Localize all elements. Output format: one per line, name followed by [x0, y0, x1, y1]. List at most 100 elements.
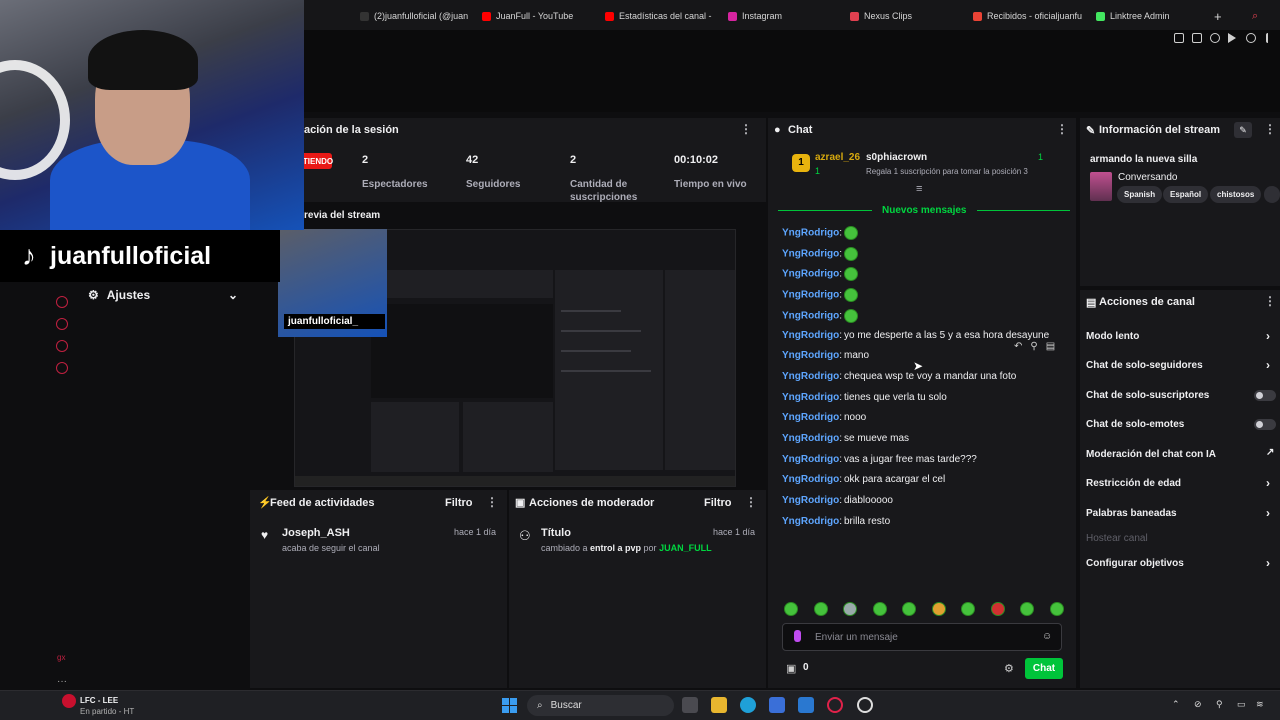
more-options-icon[interactable]: ⋮ — [1264, 122, 1276, 136]
store-icon[interactable] — [769, 697, 785, 713]
ajustes-menu[interactable]: ⚙ Ajustes ⌄ — [88, 287, 238, 303]
emote-icon[interactable] — [902, 602, 917, 616]
new-tab-button[interactable]: + — [1214, 9, 1228, 23]
widget-title[interactable]: LFC - LEE — [80, 696, 118, 705]
subscribers-only-toggle[interactable] — [1254, 390, 1276, 401]
chat-username[interactable]: YngRodrigo — [782, 495, 839, 506]
delete-icon[interactable]: ▤ — [1046, 341, 1055, 355]
emoji-icon[interactable]: ☺ — [1042, 631, 1052, 642]
tray-chevron-icon[interactable]: ⌃ — [1172, 699, 1180, 710]
category-name[interactable]: Conversando — [1118, 172, 1177, 183]
emote-icon[interactable] — [784, 602, 798, 616]
chat-message[interactable]: YngRodrigo: — [782, 308, 858, 323]
chat-username[interactable]: YngRodrigo — [782, 269, 839, 280]
chat-username[interactable]: YngRodrigo — [782, 412, 839, 423]
emote-icon[interactable] — [1020, 602, 1035, 616]
nav-chat-icon[interactable] — [56, 340, 68, 352]
chevron-right-icon[interactable]: › — [1266, 329, 1270, 343]
emotes-only-toggle[interactable] — [1254, 419, 1276, 430]
chat-message[interactable]: YngRodrigo: yo me desperte a las 5 y a es… — [782, 330, 1049, 341]
chat-username[interactable]: YngRodrigo — [782, 454, 839, 465]
browser-tab[interactable]: JuanFull - YouTube — [482, 9, 592, 23]
monitor-icon[interactable]: ▭ — [1237, 699, 1246, 710]
emote-icon[interactable] — [843, 602, 858, 616]
channel-action-banned-words[interactable]: Palabras baneadas — [1086, 508, 1177, 519]
chat-message[interactable]: YngRodrigo: tienes que verla tu solo — [782, 392, 947, 403]
pin-icon[interactable]: ⚲ — [1030, 341, 1037, 355]
chat-username[interactable]: YngRodrigo — [782, 330, 839, 341]
chat-message[interactable]: YngRodrigo: vas a jugar free mas tarde??? — [782, 454, 977, 465]
more-options-icon[interactable]: ⋮ — [745, 495, 757, 509]
more-options-icon[interactable]: ⋮ — [1264, 294, 1276, 308]
nav-settings-icon[interactable] — [56, 362, 68, 374]
more-options-icon[interactable]: ⋮ — [1056, 122, 1068, 136]
chat-message[interactable]: YngRodrigo: brilla resto — [782, 516, 890, 527]
emote-icon[interactable] — [813, 602, 828, 616]
microphone-icon[interactable]: ⚲ — [1216, 699, 1223, 710]
file-explorer-icon[interactable] — [711, 697, 727, 713]
nav-more-icon[interactable]: ··· — [57, 676, 67, 687]
heart-icon[interactable] — [1246, 33, 1256, 43]
channel-points-icon[interactable]: ▣ — [786, 662, 796, 675]
chevron-right-icon[interactable]: › — [1266, 506, 1270, 520]
nav-clock-icon[interactable] — [56, 318, 68, 330]
browser-tab[interactable]: Estadísticas del canal - — [605, 9, 715, 23]
channel-action-age-restriction[interactable]: Restricción de edad — [1086, 478, 1181, 489]
chat-send-button[interactable]: Chat — [1025, 658, 1063, 679]
chat-username[interactable]: YngRodrigo — [782, 433, 839, 444]
emote-icon[interactable] — [961, 602, 976, 616]
browser-tab[interactable]: (2)juanfulloficial (@juan — [360, 9, 470, 23]
chat-username[interactable]: YngRodrigo — [782, 350, 839, 361]
browser-tab[interactable]: Instagram — [728, 9, 838, 23]
wifi-icon[interactable]: ≋ — [1256, 699, 1264, 710]
chat-username[interactable]: YngRodrigo — [782, 371, 839, 382]
chat-username[interactable]: YngRodrigo — [782, 248, 839, 259]
chat-message[interactable]: YngRodrigo: — [782, 267, 858, 282]
mic-icon[interactable] — [794, 630, 801, 642]
chat-username[interactable]: YngRodrigo — [782, 516, 839, 527]
network-icon[interactable]: ⊘ — [1194, 699, 1202, 710]
chat-message[interactable]: YngRodrigo: mano — [782, 350, 869, 361]
channel-action-slow-mode[interactable]: Modo lento — [1086, 331, 1139, 342]
chat-message[interactable]: YngRodrigo: — [782, 246, 858, 261]
tag-chip-overflow[interactable] — [1264, 186, 1280, 203]
chevron-right-icon[interactable]: › — [1266, 358, 1270, 372]
leaderboard-user[interactable]: azrael_26 — [815, 152, 860, 163]
chevron-right-icon[interactable]: › — [1266, 476, 1270, 490]
opera-gx-icon[interactable] — [827, 697, 843, 713]
screenshot-icon[interactable] — [1192, 33, 1202, 43]
chat-message[interactable]: YngRodrigo: chequea wsp te voy a mandar u… — [782, 371, 1016, 382]
chat-input[interactable]: Enviar un mensaje — [782, 623, 1062, 651]
gift-prompt[interactable]: Regala 1 suscripción para tomar la posic… — [866, 167, 1028, 176]
external-link-icon[interactable]: ↗ — [1266, 447, 1274, 458]
chat-username[interactable]: YngRodrigo — [782, 290, 839, 301]
taskbar-search[interactable]: ⌕ Buscar — [527, 695, 674, 716]
chat-settings-icon[interactable]: ⚙ — [1004, 662, 1014, 675]
browser-tab[interactable]: Recibidos - oficialjuanfu — [973, 9, 1083, 23]
windows-start-icon[interactable] — [502, 698, 517, 713]
tag-chip[interactable]: chistosos — [1210, 186, 1262, 203]
collapse-icon[interactable]: ≡ — [916, 183, 922, 195]
chat-message[interactable]: YngRodrigo: nooo — [782, 412, 866, 423]
chevron-right-icon[interactable]: › — [1266, 556, 1270, 570]
channel-action-ai-moderation[interactable]: Moderación del chat con IA — [1086, 449, 1216, 460]
channel-action-followers-only[interactable]: Chat de solo-seguidores — [1086, 360, 1203, 371]
more-options-icon[interactable]: ⋮ — [740, 122, 752, 136]
chat-username[interactable]: YngRodrigo — [782, 310, 839, 321]
tag-chip[interactable]: Español — [1163, 186, 1209, 203]
chat-message[interactable]: YngRodrigo: diablooooo — [782, 495, 893, 506]
browser-tab[interactable]: Linktree Admin — [1096, 9, 1196, 23]
send-icon[interactable] — [1228, 33, 1236, 43]
emote-icon[interactable] — [931, 602, 946, 616]
browser-tab[interactable]: Nexus Clips — [850, 9, 960, 23]
chat-username[interactable]: YngRodrigo — [782, 392, 839, 403]
bookmark-icon[interactable] — [1174, 33, 1184, 43]
weather-widget-icon[interactable] — [62, 694, 76, 708]
shield-icon[interactable] — [1210, 33, 1220, 43]
filter-button[interactable]: Filtro — [704, 497, 732, 509]
tag-chip[interactable]: Spanish — [1117, 186, 1163, 203]
task-view-icon[interactable] — [682, 697, 698, 713]
chat-message[interactable]: YngRodrigo: se mueve mas — [782, 433, 909, 444]
emote-icon[interactable] — [872, 602, 887, 616]
chat-message[interactable]: YngRodrigo: — [782, 226, 858, 240]
